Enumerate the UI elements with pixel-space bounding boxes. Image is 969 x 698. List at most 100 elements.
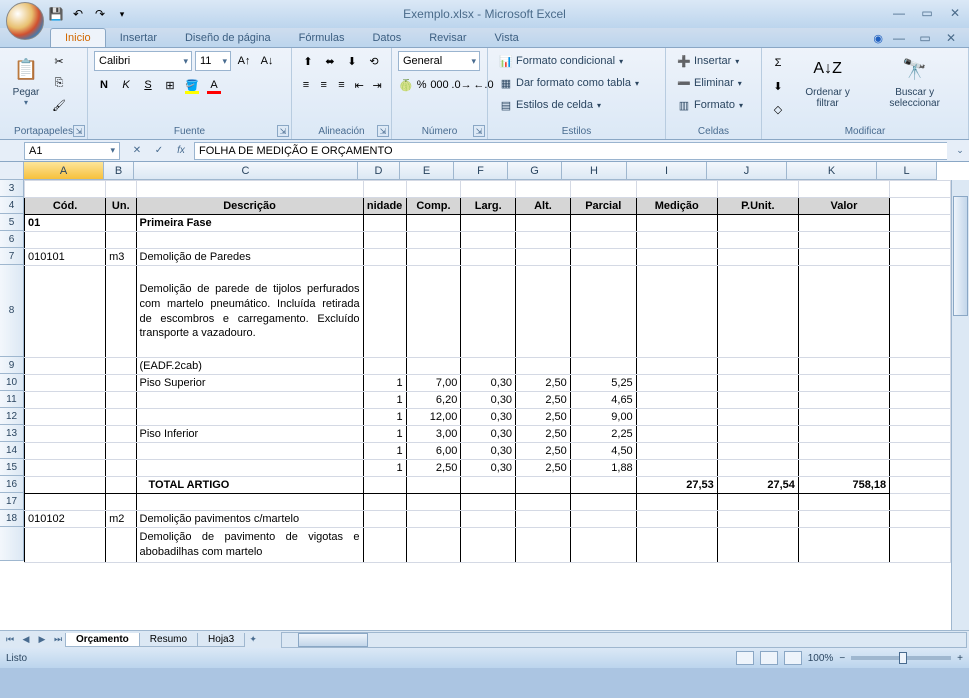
align-dialog-launcher[interactable]: ⇲: [377, 125, 389, 137]
column-header[interactable]: K: [787, 162, 877, 180]
column-header[interactable]: L: [877, 162, 937, 180]
table-row[interactable]: 16,000,302,504,50: [25, 443, 951, 460]
align-right-button[interactable]: ≡: [334, 75, 350, 95]
column-header[interactable]: H: [562, 162, 627, 180]
tab-vista[interactable]: Vista: [481, 29, 533, 47]
align-left-button[interactable]: ≡: [298, 75, 314, 95]
orientation-button[interactable]: ⟲: [364, 51, 384, 71]
format-cells-button[interactable]: ▥Formato▾: [672, 95, 755, 115]
table-row[interactable]: Piso Superior17,000,302,505,25: [25, 375, 951, 392]
tab-formulas[interactable]: Fórmulas: [285, 29, 359, 47]
table-row[interactable]: 010101m3 Demolição de Paredes: [25, 249, 951, 266]
insert-cells-button[interactable]: ➕Insertar▾: [672, 51, 755, 71]
increase-decimal-button[interactable]: .0→: [451, 75, 471, 95]
maximize-button[interactable]: ▭: [917, 4, 937, 22]
italic-button[interactable]: K: [116, 75, 136, 95]
font-color-button[interactable]: A: [204, 75, 224, 95]
fill-color-button[interactable]: 🪣: [182, 75, 202, 95]
font-size-combo[interactable]: 11: [195, 51, 231, 71]
row-header[interactable]: 3: [0, 180, 24, 197]
align-top-button[interactable]: ⬆: [298, 51, 318, 71]
cells-viewport[interactable]: Cód. Un. Descrição nidade Comp. Larg. Al…: [24, 180, 951, 630]
zoom-thumb[interactable]: [899, 652, 907, 664]
column-header[interactable]: B: [104, 162, 134, 180]
row-header[interactable]: 12: [0, 408, 24, 425]
bold-button[interactable]: N: [94, 75, 114, 95]
first-sheet-button[interactable]: ⏮: [2, 632, 18, 648]
table-row[interactable]: 16,200,302,504,65: [25, 392, 951, 409]
column-header[interactable]: E: [400, 162, 454, 180]
font-dialog-launcher[interactable]: ⇲: [277, 125, 289, 137]
table-row[interactable]: Cód. Un. Descrição nidade Comp. Larg. Al…: [25, 198, 951, 215]
save-icon[interactable]: 💾: [48, 6, 64, 22]
next-sheet-button[interactable]: ▶: [34, 632, 50, 648]
column-header[interactable]: A: [24, 162, 104, 180]
clear-button[interactable]: ◇: [768, 99, 788, 119]
table-row[interactable]: TOTAL ARTIGO27,5327,54758,18: [25, 477, 951, 494]
tab-insertar[interactable]: Insertar: [106, 29, 171, 47]
row-header[interactable]: 16: [0, 476, 24, 493]
number-format-combo[interactable]: General: [398, 51, 480, 71]
cut-button[interactable]: ✂: [49, 51, 69, 71]
tab-inicio[interactable]: Inicio: [50, 28, 106, 47]
help-icon[interactable]: ◉: [873, 32, 883, 45]
row-header[interactable]: 15: [0, 459, 24, 476]
currency-button[interactable]: 🍈: [398, 75, 414, 95]
column-header[interactable]: C: [134, 162, 358, 180]
percent-button[interactable]: %: [416, 75, 428, 95]
table-row[interactable]: Demolição de parede de tijolos perfurado…: [25, 266, 951, 358]
table-row[interactable]: 12,500,302,501,88: [25, 460, 951, 477]
underline-button[interactable]: S: [138, 75, 158, 95]
row-header[interactable]: 17: [0, 493, 24, 510]
clipboard-dialog-launcher[interactable]: ⇲: [73, 125, 85, 137]
row-header[interactable]: 7: [0, 248, 24, 265]
table-row[interactable]: 112,000,302,509,00: [25, 409, 951, 426]
fill-button[interactable]: ⬇: [768, 76, 788, 96]
fx-button[interactable]: fx: [172, 142, 190, 160]
table-row[interactable]: Demolição de pavimento de vigotas e abob…: [25, 528, 951, 563]
office-button[interactable]: [6, 2, 44, 40]
redo-icon[interactable]: ↷: [92, 6, 108, 22]
horizontal-scrollbar[interactable]: [281, 632, 967, 648]
number-dialog-launcher[interactable]: ⇲: [473, 125, 485, 137]
tab-datos[interactable]: Datos: [358, 29, 415, 47]
zoom-slider[interactable]: [851, 656, 951, 660]
increase-indent-button[interactable]: ⇥: [369, 75, 385, 95]
doc-restore-button[interactable]: ▭: [915, 29, 935, 47]
table-row[interactable]: [25, 494, 951, 511]
table-row[interactable]: [25, 181, 951, 198]
close-button[interactable]: ✕: [945, 4, 965, 22]
row-header[interactable]: 10: [0, 374, 24, 391]
vscroll-thumb[interactable]: [953, 196, 968, 316]
format-table-button[interactable]: ▦Dar formato como tabla▾: [494, 73, 659, 93]
vertical-scrollbar[interactable]: [951, 180, 969, 630]
comma-button[interactable]: 000: [429, 75, 449, 95]
name-box[interactable]: A1▾: [24, 142, 120, 160]
undo-icon[interactable]: ↶: [70, 6, 86, 22]
cancel-formula-button[interactable]: ✕: [128, 142, 146, 160]
qat-dropdown-icon[interactable]: ▾: [114, 6, 130, 22]
format-painter-button[interactable]: 🖌: [49, 95, 69, 115]
column-header[interactable]: G: [508, 162, 562, 180]
row-header[interactable]: 14: [0, 442, 24, 459]
hscroll-thumb[interactable]: [298, 633, 368, 647]
minimize-button[interactable]: —: [889, 4, 909, 22]
row-header[interactable]: 18: [0, 510, 24, 527]
row-header[interactable]: 8: [0, 265, 24, 357]
table-row[interactable]: [25, 232, 951, 249]
column-header[interactable]: J: [707, 162, 787, 180]
normal-view-button[interactable]: [736, 651, 754, 665]
border-button[interactable]: ⊞: [160, 75, 180, 95]
doc-minimize-button[interactable]: —: [889, 29, 909, 47]
doc-close-button[interactable]: ✕: [941, 29, 961, 47]
last-sheet-button[interactable]: ⏭: [50, 632, 66, 648]
table-row[interactable]: Piso Inferior13,000,302,502,25: [25, 426, 951, 443]
zoom-in-button[interactable]: +: [957, 653, 963, 664]
sheet-tab-orcamento[interactable]: Orçamento: [65, 633, 140, 647]
table-row[interactable]: 010102m2Demolição pavimentos c/martelo: [25, 511, 951, 528]
table-row[interactable]: 01 Primeira Fase: [25, 215, 951, 232]
row-header[interactable]: 9: [0, 357, 24, 374]
table-row[interactable]: (EADF.2cab): [25, 358, 951, 375]
decrease-indent-button[interactable]: ⇤: [351, 75, 367, 95]
delete-cells-button[interactable]: ➖Eliminar▾: [672, 73, 755, 93]
